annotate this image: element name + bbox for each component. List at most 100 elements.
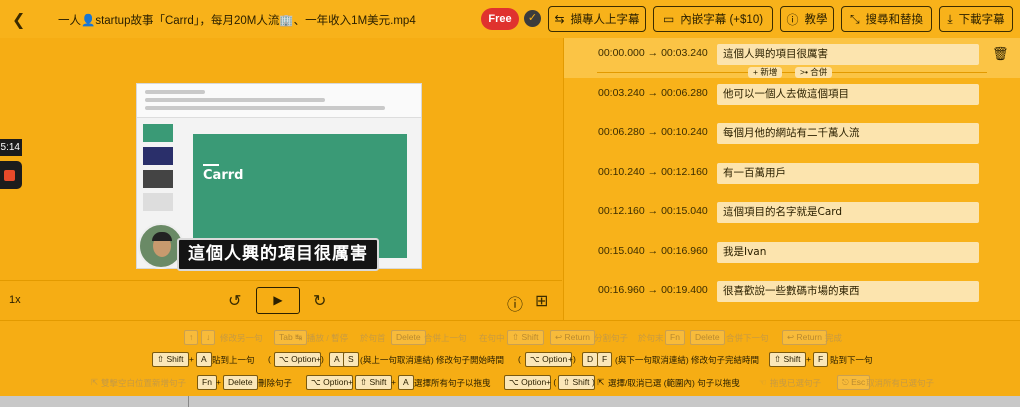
kbd-key: A [196, 352, 212, 367]
kbd-key: ⇧ Shift [355, 375, 392, 390]
subtitle-row[interactable]: 00:03.240 → 00:06.280 他可以一個人去做這個項目 [564, 78, 1020, 118]
kbd-key: Delete [391, 330, 426, 345]
play-icon: ▶ [273, 293, 283, 307]
kbd-key: Delete [223, 375, 258, 390]
subtitle-row[interactable]: 00:00.000 → 00:03.240 這個人興的項目很厲害 🗑 + 新增 … [564, 38, 1020, 78]
kbd-key: F [813, 352, 829, 367]
kbd-key: ⌥ Option [274, 352, 322, 367]
file-title: 一人👤startup故事「Carrd」，每月20M人流🏢、一年收入1M美元.mp… [58, 15, 416, 27]
subtitle-text-input[interactable]: 有一百萬用戶 [717, 163, 979, 184]
shortcut-label: 選擇所有句子以拖曳 [414, 378, 491, 388]
rewind-icon[interactable]: ↺ [228, 291, 241, 311]
help-icon[interactable]: ⓘ [507, 291, 523, 315]
shortcut-row: ⇧ Shift + A 貼到上一句 ( ⌥ Option +) A S (與上一… [0, 351, 1020, 369]
subtitle-row[interactable]: 00:15.040 → 00:16.960 我是Ivan [564, 236, 1020, 276]
subtitle-icon: ▭ [662, 12, 675, 26]
shortcut-label: 播放 / 暫停 [307, 333, 349, 343]
timecode: 00:10.240 → 00:12.160 [598, 166, 708, 178]
embed-subtitle-label: 內嵌字幕 (+$10) [680, 14, 764, 26]
subtitle-text-input[interactable]: 這個人興的項目很厲害 [717, 44, 979, 65]
subtitle-text-input[interactable]: 很喜歡說一些數碼市場的東西 [717, 281, 979, 302]
timecode: 00:12.160 → 00:15.040 [598, 205, 708, 217]
cursor-icon: ⇱ [91, 377, 99, 387]
subtitle-list: 00:00.000 → 00:03.240 這個人興的項目很厲害 🗑 + 新增 … [563, 38, 1020, 320]
human-subtitle-label: 擷專人上字幕 [570, 14, 640, 26]
play-button[interactable]: ▶ [256, 287, 300, 314]
kbd-key: ↩ Return [550, 330, 595, 345]
shortcut-label: 拖曳已選句子 [770, 378, 822, 388]
shortcut-label: (與上一句取消連結) 修改句子開始時間 [360, 355, 505, 365]
merge-row-button[interactable]: >• 合併 [795, 67, 833, 78]
tutorial-label: 教學 [804, 14, 828, 26]
player-controls: 1x ↺ ▶ ↻ ⓘ ⊞ [0, 280, 562, 320]
playback-speed[interactable]: 1x [9, 294, 21, 306]
shortcut-label: 刪除句子 [258, 378, 293, 388]
kbd-key: ↑ [184, 330, 199, 345]
shortcut-label: 貼到下一句 [830, 355, 873, 365]
record-button[interactable] [0, 161, 22, 189]
human-subtitle-button[interactable]: ⇆ 擷專人上字幕 [548, 6, 646, 32]
replace-icon: ⤡ [849, 11, 860, 26]
kbd-key: D [582, 352, 599, 367]
search-replace-label: 搜尋和替換 [865, 14, 924, 26]
shortcut-legend: ↑ ↓ 修改另一句 Tab ↹ 播放 / 暫停 於句首 Delete 合併上一句… [0, 320, 1020, 396]
shortcut-prefix: 於句末 [638, 333, 664, 343]
current-subtitle: 這個人興的項目很厲害 [177, 238, 379, 271]
kbd-key: ⌥ Option [306, 375, 354, 390]
timecode: 00:06.280 → 00:10.240 [598, 126, 708, 138]
trash-icon[interactable]: 🗑 [992, 46, 1009, 62]
kbd-key: ⌥ Option [525, 352, 573, 367]
timecode: 00:16.960 → 00:19.400 [598, 284, 708, 296]
kbd-key: Fn [197, 375, 217, 390]
tutorial-button[interactable]: ⓘ 教學 [780, 6, 834, 32]
back-chevron-icon[interactable]: ❮ [12, 10, 25, 30]
subtitle-row[interactable]: 00:12.160 → 00:15.040 這個項目的名字就是Card [564, 196, 1020, 236]
kbd-key: ↩ Return [782, 330, 827, 345]
slide-thumbnails [143, 124, 177, 216]
top-bar: ❮ 一人👤startup故事「Carrd」，每月20M人流🏢、一年收入1M美元.… [0, 0, 1020, 38]
add-row-button[interactable]: + 新增 [748, 67, 783, 78]
subtitle-text-input[interactable]: 每個月他的網站有二千萬人流 [717, 123, 979, 144]
embed-subtitle-button[interactable]: ▭ 內嵌字幕 (+$10) [653, 6, 773, 32]
bottom-strip [0, 396, 1020, 407]
timecode: 00:03.240 → 00:06.280 [598, 87, 708, 99]
kbd-key: ⇧ Shift [507, 330, 544, 345]
subtitle-row[interactable]: 00:06.280 → 00:10.240 每個月他的網站有二千萬人流 [564, 117, 1020, 157]
shortcut-label: 合併上一句 [424, 333, 467, 343]
forward-icon[interactable]: ↻ [313, 291, 326, 311]
slide-title: Carrd [203, 168, 244, 183]
shortcut-label: 完成 [825, 333, 843, 343]
shortcut-label: 分割句子 [594, 333, 629, 343]
timecode: 00:15.040 → 00:16.960 [598, 245, 708, 257]
subtitle-row[interactable]: 00:10.240 → 00:12.160 有一百萬用戶 [564, 157, 1020, 197]
subtitle-row[interactable]: 00:16.960 → 00:19.400 很喜歡說一些數碼市場的東西 [564, 275, 1020, 315]
kbd-key: A [398, 375, 414, 390]
timecode: 00:00.000 → 00:03.240 [598, 47, 708, 59]
kbd-key: S [343, 352, 359, 367]
shortcut-label: 雙擊空白位置新增句子 [101, 378, 187, 388]
shortcut-label: 選擇/取消已選 (範圍內) 句子以拖曳 [608, 378, 740, 388]
record-icon [4, 170, 15, 181]
shortcut-label: (與下一句取消連結) 修改句子完結時間 [615, 355, 760, 365]
info-icon: ⓘ [786, 12, 799, 27]
shortcut-row: ⇱ 雙擊空白位置新增句子 Fn + Delete 刪除句子 ⌥ Option +… [91, 375, 935, 390]
translate-icon: ⇆ [554, 12, 565, 26]
search-replace-button[interactable]: ⤡ 搜尋和替換 [841, 6, 932, 32]
shortcut-prefix: 於句首 [360, 333, 386, 343]
check-icon: ✓ [524, 10, 541, 27]
kbd-key: Delete [690, 330, 725, 345]
free-badge: Free [481, 8, 519, 30]
shortcut-prefix: 在句中 [479, 333, 505, 343]
kbd-key: ⇧ Shift [152, 352, 189, 367]
download-subtitle-button[interactable]: ⤓ 下載字幕 [939, 6, 1013, 32]
drag-icon: ☜ [759, 377, 767, 387]
kbd-key: F [597, 352, 613, 367]
kbd-key: ⇧ Shift [558, 375, 595, 390]
subtitle-text-input[interactable]: 他可以一個人去做這個項目 [717, 84, 979, 105]
grid-icon[interactable]: ⊞ [535, 291, 548, 311]
subtitle-text-input[interactable]: 我是Ivan [717, 242, 979, 263]
subtitle-text-input[interactable]: 這個項目的名字就是Card [717, 202, 979, 223]
shortcut-label: 合併下一句 [726, 333, 769, 343]
kbd-key: ⌥ Option [504, 375, 552, 390]
shortcut-label: 取消所有已選句子 [866, 378, 935, 388]
